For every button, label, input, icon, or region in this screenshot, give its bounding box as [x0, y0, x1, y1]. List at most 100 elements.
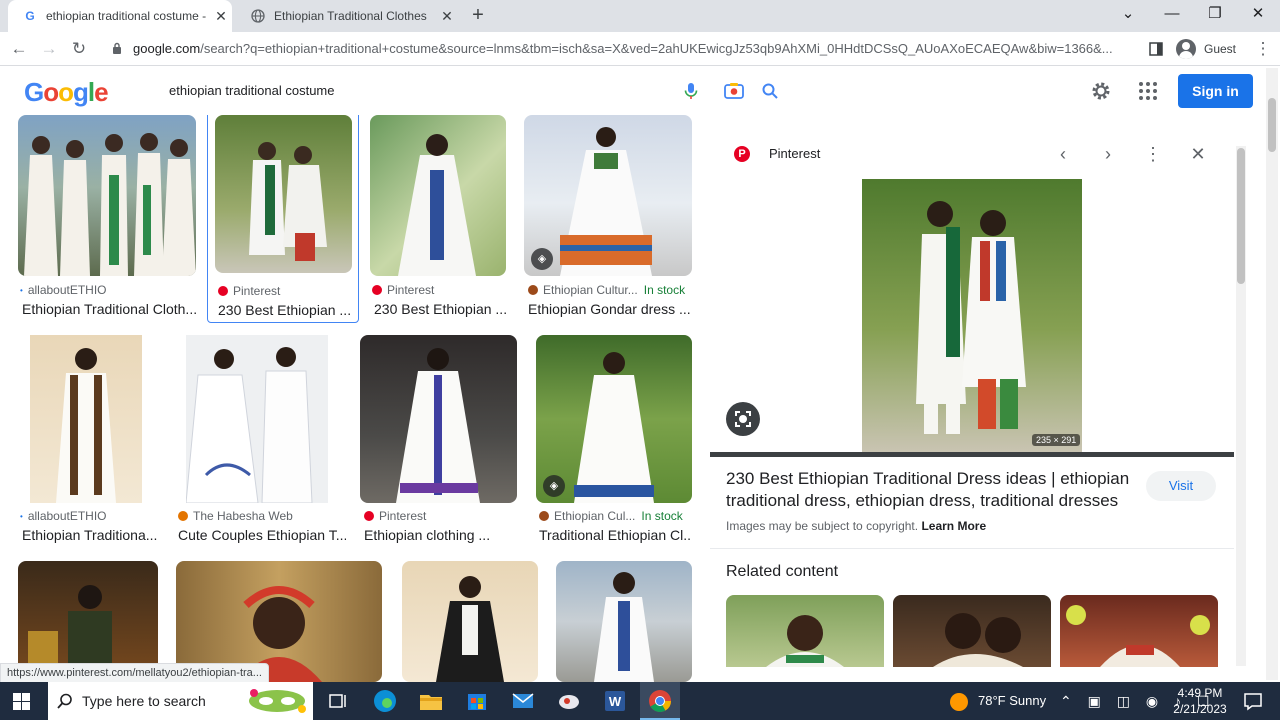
image-results-grid: • allaboutETHIO Ethiopian Traditional Clo… — [0, 115, 700, 682]
file-explorer-icon[interactable] — [418, 688, 444, 714]
result-card[interactable]: ◈ Ethiopian Cul... In stock Traditional E… — [535, 335, 695, 545]
result-caption[interactable]: Ethiopian Traditiona... — [22, 527, 158, 543]
lens-icon — [735, 411, 751, 427]
camera-search-icon[interactable] — [722, 79, 746, 103]
related-thumbnail[interactable] — [893, 595, 1051, 667]
result-card[interactable]: • allaboutETHIO Ethiopian Traditional Clo… — [18, 115, 198, 325]
profile-label: Guest — [1204, 42, 1237, 56]
link-status-bar: https://www.pinterest.com/mellatyou2/eth… — [0, 663, 269, 683]
app-icon[interactable] — [556, 688, 582, 714]
logo-letter: o — [58, 77, 74, 107]
result-thumbnail[interactable] — [556, 561, 692, 682]
preview-title[interactable]: 230 Best Ethiopian Traditional Dress ide… — [726, 468, 1146, 512]
word-icon[interactable]: W — [602, 688, 628, 714]
panel-scrollbar[interactable] — [1236, 146, 1246, 666]
result-thumbnail[interactable] — [360, 335, 517, 503]
result-caption[interactable]: Ethiopian clothing ... — [364, 527, 514, 543]
sidebar-toggle-icon[interactable] — [1149, 42, 1163, 56]
result-card[interactable] — [556, 561, 694, 682]
lens-search-button[interactable] — [726, 402, 760, 436]
apps-grid-icon[interactable] — [1136, 79, 1160, 103]
result-thumbnail[interactable] — [402, 561, 538, 682]
result-thumbnail[interactable] — [18, 115, 196, 276]
chevron-left-icon[interactable]: ‹ — [1051, 142, 1075, 166]
tag-icon: ◈ — [543, 475, 565, 497]
chrome-icon[interactable] — [647, 688, 673, 714]
result-thumbnail[interactable]: ◈ — [524, 115, 692, 276]
visit-button[interactable]: Visit — [1146, 471, 1216, 501]
browser-menu-icon[interactable]: ⋮ — [1250, 37, 1276, 61]
close-tab-icon[interactable]: ✕ — [436, 8, 458, 25]
google-g-icon: G — [25, 9, 35, 23]
search-input[interactable]: ethiopian traditional costume — [169, 83, 335, 98]
more-options-icon[interactable]: ⋮ — [1141, 142, 1165, 166]
microsoft-store-icon[interactable] — [464, 688, 490, 714]
result-caption[interactable]: Ethiopian Traditional Cloth... — [22, 301, 198, 317]
result-card[interactable]: • allaboutETHIO Ethiopian Traditiona... — [18, 335, 158, 545]
microphone-icon[interactable] — [679, 79, 703, 103]
result-card[interactable]: Pinterest Ethiopian clothing ... — [360, 335, 520, 545]
close-tab-icon[interactable]: ✕ — [210, 8, 232, 25]
result-card[interactable]: The Habesha Web Cute Couples Ethiopian T… — [176, 335, 346, 545]
pinterest-icon — [364, 511, 374, 521]
edge-browser-icon[interactable] — [372, 688, 398, 714]
chevron-right-icon[interactable]: › — [1096, 142, 1120, 166]
result-thumbnail[interactable] — [215, 115, 352, 273]
learn-more-link[interactable]: Learn More — [921, 519, 986, 533]
result-thumbnail[interactable] — [186, 335, 328, 503]
task-view-icon[interactable] — [325, 688, 351, 714]
taskbar-search-placeholder: Type here to search — [82, 693, 206, 709]
panel-source[interactable]: Pinterest — [769, 146, 820, 161]
tab-title: ethiopian traditional costume - G — [46, 9, 210, 23]
result-card[interactable] — [402, 561, 540, 682]
google-logo[interactable]: Google — [24, 77, 109, 108]
maximize-button[interactable]: ❐ — [1193, 0, 1237, 30]
url-field[interactable]: google.com/search?q=ethiopian+traditiona… — [133, 41, 1123, 56]
tab-ethiopian-clothes[interactable]: Ethiopian Traditional Clothes ✕ — [236, 0, 458, 32]
related-thumbnail[interactable] — [726, 595, 884, 667]
forward-arrow-icon[interactable]: → — [36, 37, 62, 61]
result-source: Pinterest — [218, 284, 280, 298]
search-icon[interactable] — [758, 79, 782, 103]
page-scrollbar[interactable] — [1266, 68, 1278, 680]
result-caption[interactable]: Ethiopian Gondar dress ... — [528, 301, 692, 317]
related-thumbnail[interactable] — [1060, 595, 1218, 667]
tab-search-chevron-icon[interactable]: ⌄ — [1106, 0, 1150, 30]
divider — [710, 548, 1234, 549]
clock-date: 2/21/2023 — [1173, 702, 1227, 716]
result-thumbnail[interactable]: ◈ — [536, 335, 692, 503]
result-thumbnail[interactable] — [30, 335, 142, 503]
tab-google-search[interactable]: G ethiopian traditional costume - G ✕ — [8, 0, 232, 32]
preview-image[interactable] — [862, 179, 1082, 452]
close-icon[interactable]: ✕ — [1186, 142, 1210, 166]
result-caption[interactable]: Traditional Ethiopian Cl... — [539, 527, 691, 543]
result-source: Pinterest — [364, 509, 426, 523]
windows-start-icon[interactable] — [13, 693, 30, 710]
result-card[interactable]: Pinterest 230 Best Ethiopian ... — [370, 115, 510, 325]
result-caption[interactable]: 230 Best Ethiopian ... — [374, 301, 510, 317]
profile-button[interactable]: Guest — [1176, 39, 1236, 59]
sign-in-button[interactable]: Sign in — [1178, 74, 1253, 108]
minimize-button[interactable]: — — [1150, 0, 1194, 30]
mail-icon[interactable] — [510, 688, 536, 714]
notification-icon[interactable] — [1240, 688, 1266, 714]
back-arrow-icon[interactable]: ← — [6, 37, 32, 61]
reload-icon[interactable]: ↻ — [66, 37, 92, 61]
new-tab-button[interactable]: + — [466, 4, 490, 28]
result-card-selected[interactable]: Pinterest 230 Best Ethiopian ... — [207, 115, 359, 323]
lock-icon — [113, 42, 121, 54]
stock-label: In stock — [641, 509, 683, 523]
site-icon — [178, 511, 188, 521]
image-preview-panel: P Pinterest ‹ › ⋮ ✕ 235 × 291 230 Best E… — [710, 130, 1238, 670]
google-header: Google ethiopian traditional costume Sig… — [0, 67, 1280, 115]
result-card[interactable]: ◈ Ethiopian Cultur... In stock Ethiopian … — [524, 115, 696, 325]
gear-icon[interactable] — [1089, 79, 1113, 103]
taskbar-search-box[interactable]: Type here to search — [48, 682, 313, 720]
result-caption[interactable]: 230 Best Ethiopian ... — [218, 302, 356, 318]
close-window-button[interactable]: ✕ — [1236, 0, 1280, 30]
taskbar-clock[interactable]: 4:49 PM 2/21/2023 — [1172, 685, 1228, 717]
result-thumbnail[interactable] — [370, 115, 506, 276]
result-caption[interactable]: Cute Couples Ethiopian T... — [178, 527, 346, 543]
weather-text[interactable]: 78°F Sunny — [978, 682, 1046, 720]
svg-text:W: W — [609, 694, 622, 709]
